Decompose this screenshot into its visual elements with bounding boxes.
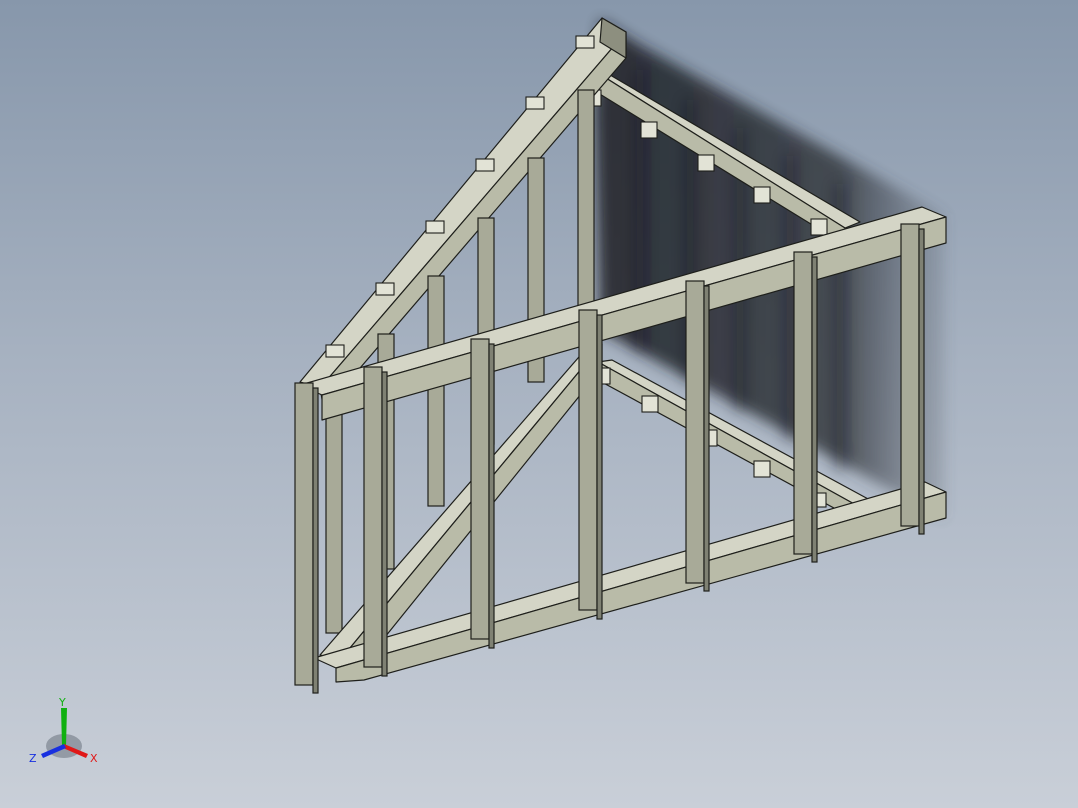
truss-frame-model[interactable] <box>0 0 1078 808</box>
3d-viewport[interactable]: Y X Z <box>0 0 1078 808</box>
x-axis-label: X <box>90 752 98 765</box>
z-axis-label: Z <box>29 752 37 765</box>
front-post-1 <box>294 382 319 694</box>
y-axis-label: Y <box>58 696 66 709</box>
y-axis-arrow-icon <box>61 708 67 746</box>
front-post-2 <box>363 366 388 677</box>
front-post-3 <box>470 338 495 649</box>
front-post-4 <box>578 309 603 620</box>
axis-triad[interactable]: Y X Z <box>26 694 106 766</box>
front-post-5 <box>685 280 710 592</box>
front-post-7 <box>900 223 925 535</box>
front-post-6 <box>793 251 818 563</box>
